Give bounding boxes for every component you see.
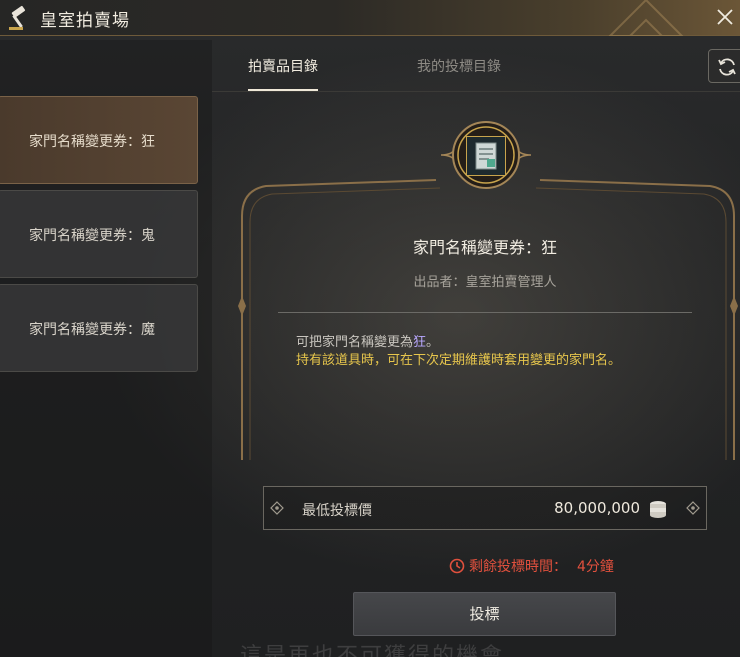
- list-item-name-change-mo[interactable]: 家門名稱變更券：魔: [0, 284, 198, 372]
- title-bar: 皇室拍賣場: [0, 0, 740, 36]
- item-description-note: 持有該道具時，可在下次定期維護時套用變更的家門名。: [296, 353, 622, 368]
- active-tab-indicator: [248, 89, 318, 91]
- min-bid-label: 最低投標價: [302, 503, 372, 519]
- tab-my-bids-label: 我的投標目錄: [417, 59, 501, 75]
- min-bid-value: 80,000,000: [554, 499, 640, 517]
- diamond-ornament-icon: [686, 501, 700, 515]
- item-description: 可把家門名稱變更為狂。: [296, 331, 439, 350]
- scroll-ticket-icon: [475, 142, 497, 170]
- item-name: 家門名稱變更券：狂: [412, 238, 557, 257]
- list-item-name-change-kuang[interactable]: 家門名稱變更券：狂: [0, 96, 198, 184]
- tab-auction-catalog[interactable]: 拍賣品目錄: [248, 56, 318, 91]
- time-remaining: 剩餘投標時間： 4分鐘: [449, 556, 614, 576]
- list-item-name-change-gui[interactable]: 家門名稱變更券：鬼: [0, 190, 198, 278]
- divider: [278, 312, 692, 313]
- silver-coin-icon: [650, 501, 666, 518]
- refresh-button[interactable]: [708, 49, 740, 83]
- title-decoration: [608, 0, 684, 36]
- description-prefix: 可把家門名稱變更為: [296, 335, 414, 350]
- list-item-label: 家門名稱變更券：魔: [29, 322, 155, 338]
- description-suffix: 。: [426, 335, 440, 350]
- list-item-label: 家門名稱變更券：狂: [29, 134, 155, 150]
- description-highlight: 狂: [413, 335, 427, 350]
- tab-auction-catalog-label: 拍賣品目錄: [248, 59, 318, 75]
- time-remaining-value: 4分鐘: [577, 559, 614, 575]
- detail-frame: [238, 179, 738, 460]
- list-item-label: 家門名稱變更券：鬼: [29, 228, 155, 244]
- min-bid-box: 最低投標價 80,000,000: [263, 486, 707, 530]
- refresh-icon: [718, 58, 736, 76]
- gavel-icon: [9, 5, 26, 30]
- close-icon[interactable]: [714, 6, 736, 28]
- tab-bar: 拍賣品目錄 我的投標目錄: [212, 40, 740, 92]
- bid-button[interactable]: 投標: [353, 592, 616, 636]
- window-title: 皇室拍賣場: [40, 11, 130, 31]
- diamond-ornament-icon: [270, 501, 284, 515]
- seller-label: 出品者：皇室拍賣管理人: [413, 275, 557, 290]
- tab-my-bids[interactable]: 我的投標目錄: [417, 56, 501, 76]
- time-remaining-label: 剩餘投標時間：: [469, 559, 567, 575]
- clock-icon: [449, 558, 465, 574]
- item-icon: [466, 136, 506, 176]
- background-caption: 這是再也不可獲得的機會。: [240, 644, 529, 657]
